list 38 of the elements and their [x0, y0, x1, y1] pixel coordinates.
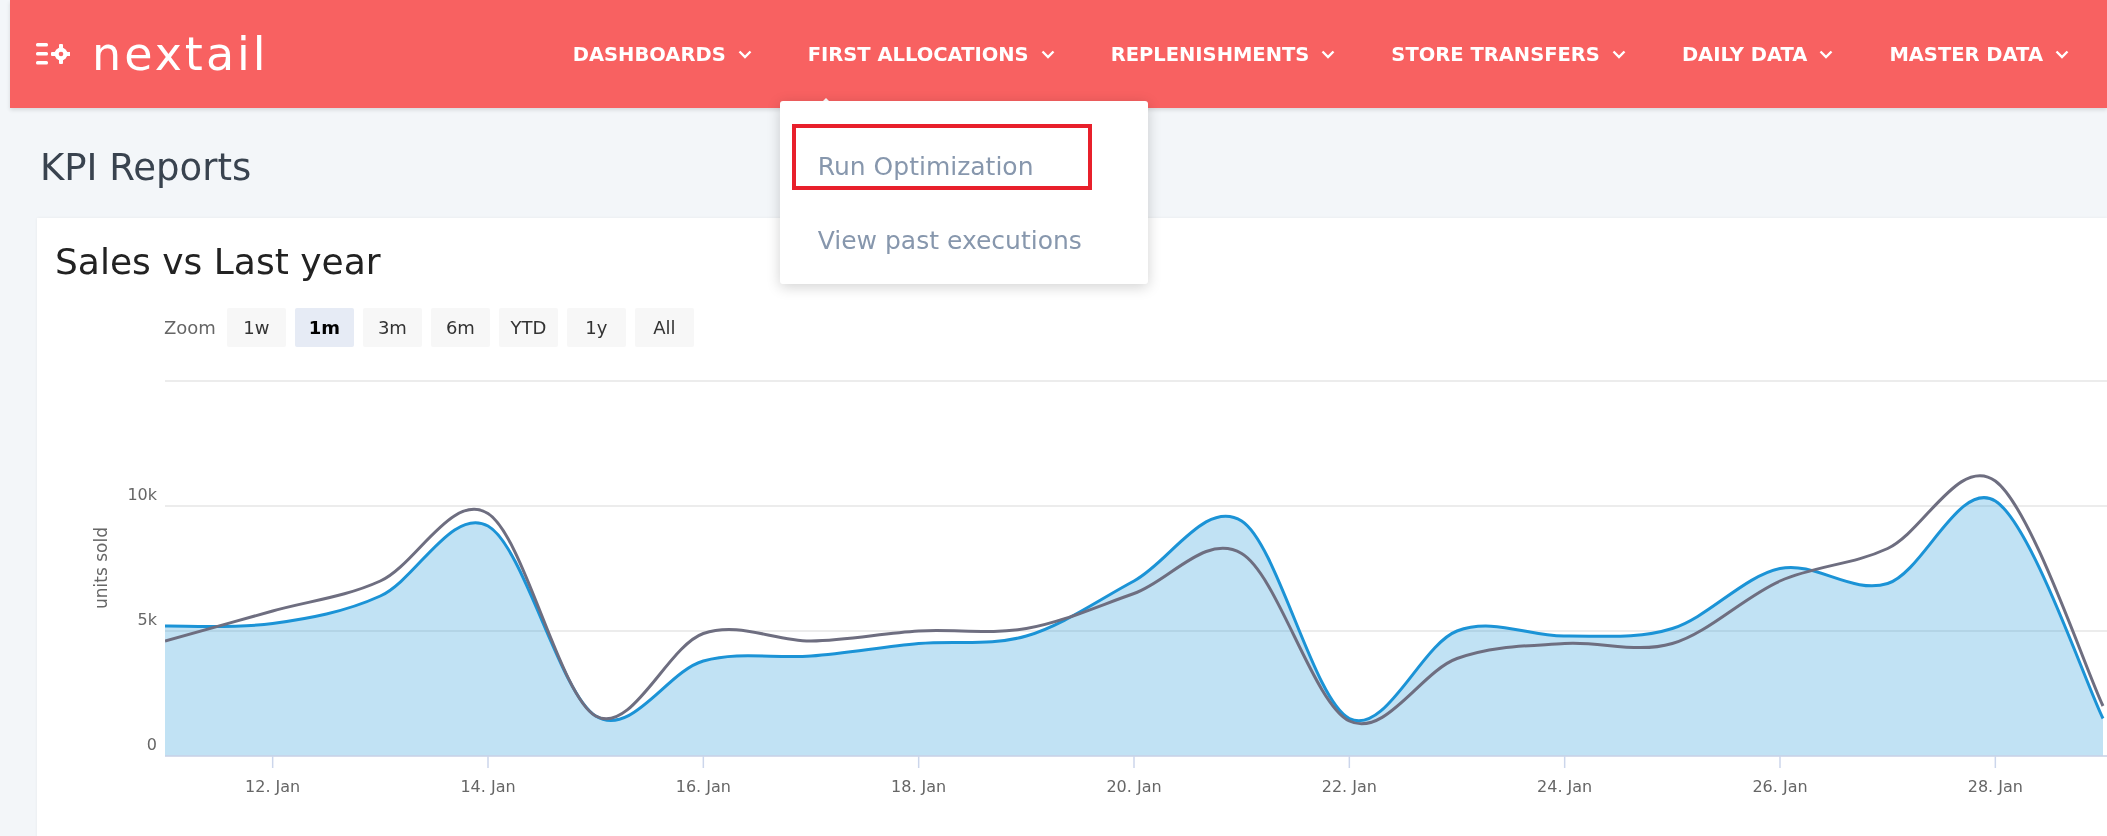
- chevron-down-icon: [737, 49, 752, 59]
- y-axis-title: units sold: [91, 527, 111, 609]
- zoom-range-button[interactable]: 1y: [566, 307, 626, 347]
- x-axis-label: 20. Jan: [1106, 777, 1162, 796]
- x-axis-label: 28. Jan: [1967, 777, 2023, 796]
- chevron-down-icon: [1611, 49, 1626, 59]
- x-axis-label: 26. Jan: [1752, 777, 1808, 796]
- logo-text: nextail: [92, 31, 269, 77]
- zoom-label: Zoom: [164, 316, 216, 338]
- x-axis-label: 18. Jan: [891, 777, 947, 796]
- chevron-down-icon: [2055, 49, 2069, 59]
- nav-menu-item[interactable]: REPLENISHMENTS: [1110, 0, 1336, 108]
- zoom-range-button[interactable]: 1m: [294, 307, 354, 347]
- page-title: KPI Reports: [40, 145, 252, 191]
- chart-title: Sales vs Last year: [55, 240, 381, 284]
- zoom-range-button[interactable]: 1w: [226, 307, 286, 347]
- dropdown-item[interactable]: View past executions: [817, 225, 1082, 255]
- zoom-range-button[interactable]: 3m: [362, 307, 422, 347]
- chevron-down-icon: [1040, 49, 1055, 59]
- nav-menu-item[interactable]: STORE TRANSFERS: [1391, 0, 1626, 108]
- x-axis-label: 24. Jan: [1537, 777, 1593, 796]
- x-axis-label: 16. Jan: [675, 777, 731, 796]
- x-axis-label: 22. Jan: [1321, 777, 1377, 796]
- nav-menu-item[interactable]: MASTER DATA: [1889, 0, 2069, 108]
- x-axis-label: 14. Jan: [460, 777, 516, 796]
- x-axis-label: 12. Jan: [245, 777, 301, 796]
- nav-menu-item[interactable]: DAILY DATA: [1681, 0, 1834, 108]
- y-axis-label: 0: [146, 735, 157, 754]
- dropdown-item[interactable]: Run Optimization: [817, 151, 1034, 181]
- zoom-range-button[interactable]: 6m: [430, 307, 490, 347]
- zoom-range-button[interactable]: YTD: [498, 307, 558, 347]
- y-axis-label: 10k: [127, 485, 157, 504]
- zoom-range-button[interactable]: All: [634, 307, 694, 347]
- chevron-down-icon: [1819, 49, 1834, 59]
- chevron-down-icon: [1321, 49, 1336, 59]
- logo-icon: [36, 41, 70, 67]
- y-axis-label: 5k: [137, 610, 157, 629]
- nav-menu-item[interactable]: DASHBOARDS: [572, 0, 752, 108]
